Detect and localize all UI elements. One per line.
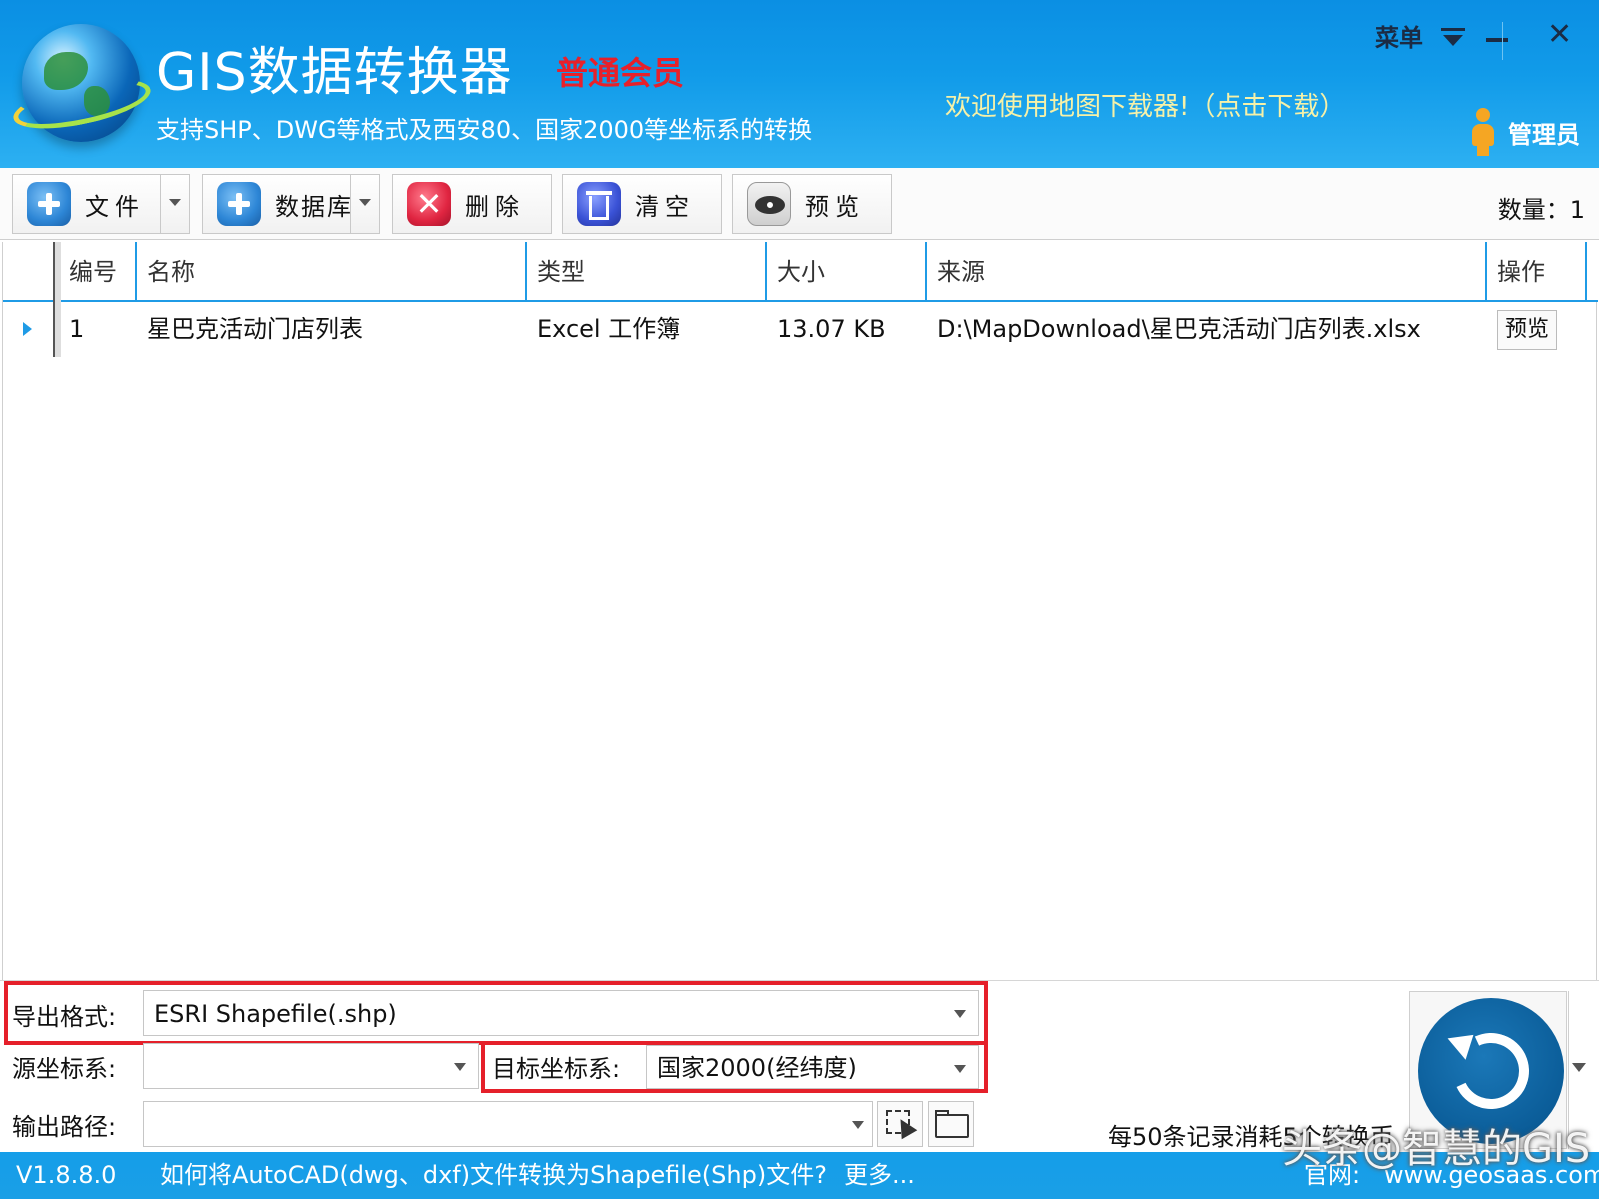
- menu-button[interactable]: 菜单: [1375, 18, 1466, 53]
- cell-type: Excel 工作簿: [537, 315, 681, 343]
- split-divider: [350, 175, 351, 233]
- more-link[interactable]: 更多...: [844, 1152, 915, 1199]
- output-path-input[interactable]: [143, 1101, 873, 1147]
- output-path-label: 输出路径:: [12, 1113, 117, 1141]
- export-format-label: 导出格式:: [12, 1003, 117, 1031]
- close-icon: ✕: [1547, 17, 1573, 52]
- chevron-down-icon[interactable]: [359, 199, 371, 206]
- plus-icon: [27, 182, 71, 226]
- chevron-down-icon[interactable]: [852, 1121, 864, 1129]
- export-format-select[interactable]: ESRI Shapefile(.shp): [143, 990, 979, 1036]
- preview-button[interactable]: 预览: [732, 174, 892, 234]
- cell-name: 星巴克活动门店列表: [147, 315, 363, 343]
- toolbar: 文件 数据库 ✕ 删除 清空 预览 数量：1: [0, 168, 1599, 240]
- current-row-indicator-icon: [23, 322, 32, 336]
- admin-user-button[interactable]: 管理员: [1470, 108, 1580, 156]
- column-header-source[interactable]: 来源: [927, 242, 1487, 302]
- delete-icon: ✕: [407, 182, 451, 226]
- admin-label: 管理员: [1508, 120, 1580, 149]
- column-header-id[interactable]: 编号: [59, 242, 137, 302]
- target-crs-label: 目标坐标系:: [492, 1055, 621, 1083]
- menu-label: 菜单: [1375, 24, 1423, 52]
- map-downloader-link[interactable]: 欢迎使用地图下载器!（点击下载）: [945, 86, 1345, 123]
- column-header-action[interactable]: 操作: [1487, 242, 1587, 302]
- file-count: 数量：1: [1497, 196, 1585, 224]
- target-crs-value: 国家2000(经纬度): [657, 1054, 857, 1082]
- export-format-value: ESRI Shapefile(.shp): [154, 1000, 397, 1028]
- target-crs-select[interactable]: 国家2000(经纬度): [646, 1045, 979, 1089]
- delete-button[interactable]: ✕ 删除: [392, 174, 552, 234]
- chevron-down-icon: [454, 1063, 466, 1071]
- split-divider: [160, 175, 161, 233]
- column-header-name[interactable]: 名称: [137, 242, 527, 302]
- chevron-down-icon[interactable]: [1572, 1063, 1586, 1072]
- row-preview-button[interactable]: 预览: [1497, 310, 1557, 350]
- clear-button[interactable]: 清空: [562, 174, 722, 234]
- file-table: 编号 名称 类型 大小 来源 操作 1 星巴克活动门店列表 Excel 工作簿 …: [2, 242, 1598, 980]
- table-header: 编号 名称 类型 大小 来源 操作: [3, 242, 1598, 302]
- close-button[interactable]: ✕: [1547, 18, 1572, 52]
- column-header-size[interactable]: 大小: [767, 242, 927, 302]
- chevron-down-icon[interactable]: [169, 199, 181, 206]
- select-on-map-button[interactable]: [877, 1101, 923, 1147]
- globe-logo-icon: [9, 24, 155, 142]
- trash-icon: [577, 182, 621, 226]
- version-label: V1.8.8.0: [16, 1161, 117, 1189]
- minimize-button[interactable]: [1482, 18, 1512, 48]
- preview-label: 预览: [805, 192, 865, 221]
- plus-icon: [217, 182, 261, 226]
- minimize-icon: [1486, 38, 1508, 42]
- chevron-down-icon: [954, 1065, 966, 1073]
- source-crs-select[interactable]: [143, 1043, 479, 1089]
- source-crs-label: 源坐标系:: [12, 1055, 117, 1083]
- column-header-type[interactable]: 类型: [527, 242, 767, 302]
- window-control-divider: [1502, 22, 1503, 60]
- menu-dropdown-icon: [1441, 25, 1466, 53]
- clear-label: 清空: [635, 192, 695, 221]
- add-database-button[interactable]: 数据库: [202, 174, 380, 234]
- eye-icon: [747, 182, 791, 226]
- cell-source: D:\MapDownload\星巴克活动门店列表.xlsx: [937, 315, 1421, 343]
- cell-id: 1: [69, 315, 85, 343]
- browse-folder-button[interactable]: [928, 1101, 974, 1147]
- app-header: GIS数据转换器 普通会员 支持SHP、DWG等格式及西安80、国家2000等坐…: [0, 0, 1599, 168]
- watermark: 头条@智慧的GIS: [1282, 1126, 1591, 1172]
- user-icon: [1470, 108, 1496, 156]
- app-title: GIS数据转换器: [156, 43, 513, 103]
- table-row[interactable]: 1 星巴克活动门店列表 Excel 工作簿 13.07 KB D:\MapDow…: [3, 302, 1598, 356]
- add-file-label: 文件: [85, 192, 145, 221]
- add-database-label: 数据库: [275, 192, 353, 221]
- member-level-badge: 普通会员: [556, 54, 685, 92]
- chevron-down-icon: [954, 1010, 966, 1018]
- app-subtitle: 支持SHP、DWG等格式及西安80、国家2000等坐标系的转换: [156, 116, 813, 144]
- cell-size: 13.07 KB: [777, 315, 886, 343]
- add-file-button[interactable]: 文件: [12, 174, 190, 234]
- delete-label: 删除: [465, 192, 525, 221]
- help-article-link[interactable]: 如何将AutoCAD(dwg、dxf)文件转换为Shapefile(Shp)文件…: [160, 1152, 827, 1199]
